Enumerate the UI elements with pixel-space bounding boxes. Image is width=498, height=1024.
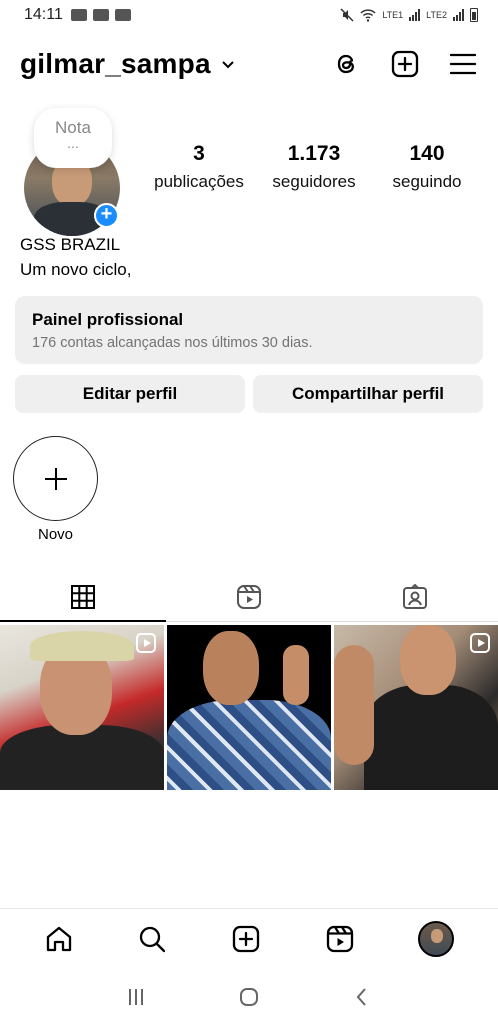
- plus-icon: [45, 468, 67, 490]
- wifi-icon: [360, 9, 376, 22]
- posts-label: publicações: [154, 172, 244, 191]
- signal-icon-1: [409, 9, 421, 21]
- gallery-notification-icon: [70, 9, 87, 21]
- tab-posts-grid[interactable]: [0, 572, 166, 622]
- post-thumbnail-2[interactable]: [167, 625, 331, 790]
- edit-profile-button[interactable]: Editar perfil: [15, 375, 245, 413]
- reel-indicator-icon: [470, 633, 490, 653]
- bio-text: Um novo ciclo,: [20, 260, 132, 279]
- followers-count: 1.173: [287, 142, 341, 165]
- dashboard-title: Painel profissional: [32, 310, 184, 329]
- tagged-icon: [403, 583, 427, 609]
- post-photo-hand: [283, 645, 309, 705]
- voicemail-notification-icon: [92, 9, 109, 21]
- stat-followers[interactable]: 1.173 seguidores: [256, 142, 372, 192]
- signal-icon-2: [453, 9, 464, 21]
- home-circle-icon[interactable]: [238, 986, 260, 1008]
- profile-stats: 3 publicações 1.173 seguidores 140 segui…: [142, 142, 482, 192]
- voicemail-notification-icon-2: [114, 9, 131, 21]
- header-actions: [332, 49, 478, 79]
- reels-icon[interactable]: [325, 924, 355, 954]
- posts-count: 3: [193, 142, 205, 165]
- profile-tab-avatar[interactable]: [418, 920, 455, 957]
- back-icon[interactable]: [351, 986, 373, 1008]
- content-tabs: [0, 572, 498, 622]
- account-switcher-username[interactable]: gilmar_sampa: [20, 48, 211, 80]
- chevron-down-icon[interactable]: [221, 57, 235, 71]
- post-photo-arm: [334, 645, 374, 765]
- post-thumbnail-1[interactable]: [0, 625, 164, 790]
- grid-icon: [71, 584, 95, 609]
- post-thumbnail-3[interactable]: [334, 625, 498, 790]
- following-label: seguindo: [392, 172, 462, 191]
- search-icon[interactable]: [137, 924, 167, 954]
- battery-icon: [470, 8, 478, 22]
- profile-action-buttons: Editar perfil Compartilhar perfil: [15, 375, 483, 413]
- post-photo-face: [203, 631, 259, 705]
- home-icon[interactable]: [44, 924, 74, 954]
- status-bar: 14:11 LTE1 LTE2: [0, 0, 498, 30]
- stat-following[interactable]: 140 seguindo: [372, 142, 482, 192]
- recents-icon[interactable]: [125, 986, 147, 1008]
- lte1-label: LTE1: [382, 10, 404, 20]
- create-icon[interactable]: [231, 924, 261, 954]
- post-photo-face: [400, 625, 456, 695]
- tab-tagged[interactable]: [332, 572, 498, 621]
- menu-icon[interactable]: [448, 49, 478, 79]
- share-profile-button[interactable]: Compartilhar perfil: [253, 375, 483, 413]
- post-photo-body: [364, 685, 498, 790]
- bottom-navigation: [0, 908, 498, 968]
- followers-label: seguidores: [272, 172, 356, 191]
- create-post-icon[interactable]: [390, 49, 420, 79]
- status-right: LTE1 LTE2: [340, 8, 478, 22]
- threads-icon[interactable]: [332, 49, 362, 79]
- stat-posts[interactable]: 3 publicações: [142, 142, 256, 192]
- display-name: GSS BRAZIL: [20, 235, 121, 254]
- status-time: 14:11: [24, 6, 63, 23]
- new-highlight-button[interactable]: [13, 436, 98, 521]
- posts-grid: [0, 625, 498, 790]
- note-placeholder: ...: [67, 135, 79, 151]
- dashboard-subtitle: 176 contas alcançadas nos últimos 30 dia…: [32, 335, 313, 351]
- mute-icon: [340, 8, 354, 22]
- add-story-plus-icon[interactable]: +: [94, 203, 119, 228]
- professional-dashboard[interactable]: Painel profissional 176 contas alcançada…: [15, 296, 483, 364]
- note-bubble[interactable]: Nota ...: [34, 108, 112, 168]
- post-photo-shirt: [167, 700, 331, 790]
- system-navigation: [0, 970, 498, 1024]
- profile-header: gilmar_sampa: [0, 40, 498, 88]
- post-photo-cap: [30, 631, 134, 661]
- lte2-label: LTE2: [426, 10, 447, 20]
- new-highlight-label: Novo: [37, 526, 74, 543]
- tab-reels[interactable]: [166, 572, 332, 621]
- following-count: 140: [409, 142, 445, 165]
- reel-indicator-icon: [136, 633, 156, 653]
- notification-icons: [70, 9, 131, 21]
- reels-icon: [237, 584, 261, 609]
